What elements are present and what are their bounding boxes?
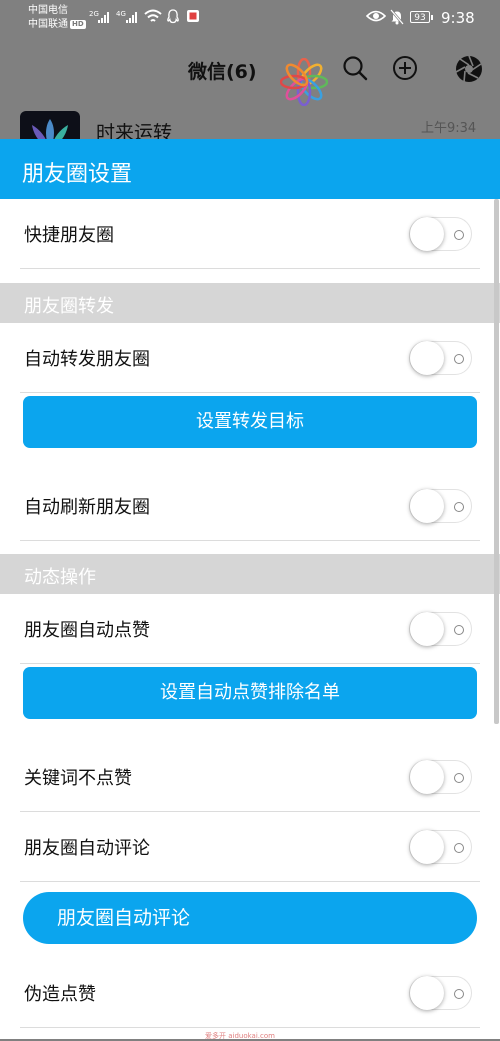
battery-icon: 93 — [410, 11, 433, 23]
toggle-switch[interactable] — [409, 612, 472, 646]
setting-row-keyword-no-like[interactable]: 关键词不点赞 — [0, 742, 500, 812]
chat-list-item[interactable]: 时来运转 上午9:34 — [0, 108, 500, 161]
section-header-forward: 朋友圈转发 — [0, 283, 500, 323]
toggle-switch[interactable] — [409, 489, 472, 523]
carrier-1: 中国电信 — [28, 5, 68, 16]
setting-row-auto-refresh[interactable]: 自动刷新朋友圈 — [0, 471, 500, 541]
setting-row-auto-forward[interactable]: 自动转发朋友圈 — [0, 323, 500, 393]
setting-label: 自动转发朋友圈 — [24, 349, 150, 370]
eye-comfort-icon — [366, 10, 386, 22]
plus-icon[interactable] — [392, 55, 418, 81]
divider — [20, 663, 480, 664]
moments-settings-panel: 朋友圈设置 快捷朋友圈 朋友圈转发 自动转发朋友圈 设置转发目标 自动刷新朋友圈… — [0, 139, 500, 1039]
flower-logo-icon[interactable] — [280, 58, 328, 106]
section-header-actions: 动态操作 — [0, 554, 500, 594]
search-icon[interactable] — [342, 55, 368, 81]
toggle-off-indicator-icon — [454, 502, 464, 512]
toggle-knob — [410, 830, 444, 864]
setting-label: 朋友圈自动评论 — [24, 838, 150, 859]
toggle-knob — [410, 217, 444, 251]
toggle-switch[interactable] — [409, 760, 472, 794]
setting-row-auto-comment[interactable]: 朋友圈自动评论 — [0, 812, 500, 882]
toggle-knob — [410, 612, 444, 646]
setting-label: 朋友圈自动点赞 — [24, 620, 150, 641]
mute-bell-icon — [390, 9, 404, 25]
toggle-off-indicator-icon — [454, 843, 464, 853]
wifi-icon — [144, 9, 162, 22]
chat-time: 上午9:34 — [421, 121, 477, 136]
clock: 9:38 — [441, 9, 475, 27]
qq-icon — [167, 9, 179, 24]
scrollbar[interactable] — [494, 199, 499, 724]
setting-label: 关键词不点赞 — [24, 768, 132, 789]
setting-row-auto-like[interactable]: 朋友圈自动点赞 — [0, 594, 500, 664]
toggle-off-indicator-icon — [454, 354, 464, 364]
setting-row-quick-moments[interactable]: 快捷朋友圈 — [0, 199, 500, 269]
toggle-switch[interactable] — [409, 341, 472, 375]
toggle-knob — [410, 489, 444, 523]
toggle-off-indicator-icon — [454, 230, 464, 240]
divider — [20, 1027, 480, 1028]
set-like-exclusion-button[interactable]: 设置自动点赞排除名单 — [23, 667, 477, 719]
panel-title: 朋友圈设置 — [22, 162, 133, 187]
signal-icon-1 — [98, 11, 109, 23]
wechat-title: 微信(6) — [188, 61, 257, 83]
section-label: 动态操作 — [24, 567, 96, 588]
divider — [20, 392, 480, 393]
setting-row-fake-like[interactable]: 伪造点赞 — [0, 958, 500, 1028]
toggle-off-indicator-icon — [454, 989, 464, 999]
auto-comment-button[interactable]: 朋友圈自动评论 — [23, 892, 477, 944]
hd-badge: HD — [70, 19, 86, 29]
status-bar: 中国电信 中国联通 HD 2G 4G 93 9:38 — [0, 0, 500, 38]
toggle-off-indicator-icon — [454, 773, 464, 783]
toggle-knob — [410, 760, 444, 794]
aperture-icon[interactable] — [455, 55, 483, 83]
signal-icon-2 — [126, 11, 137, 23]
toggle-knob — [410, 341, 444, 375]
setting-label: 自动刷新朋友圈 — [24, 497, 150, 518]
divider — [20, 540, 480, 541]
divider — [20, 881, 480, 882]
toggle-knob — [410, 976, 444, 1010]
section-label: 朋友圈转发 — [24, 296, 114, 317]
network-4g-label: 4G — [116, 10, 126, 18]
toggle-switch[interactable] — [409, 830, 472, 864]
divider — [20, 268, 480, 269]
set-forward-target-button[interactable]: 设置转发目标 — [23, 396, 477, 448]
carrier-info: 中国电信 中国联通 HD — [28, 4, 86, 32]
watermark: 爱多开 aiduokai.com — [205, 1032, 275, 1040]
notification-app-icon — [187, 10, 199, 22]
toggle-switch[interactable] — [409, 976, 472, 1010]
panel-app-bar: 朋友圈设置 — [0, 139, 500, 199]
setting-label: 快捷朋友圈 — [24, 225, 114, 246]
setting-label: 伪造点赞 — [24, 984, 96, 1005]
toggle-switch[interactable] — [409, 217, 472, 251]
carrier-2: 中国联通 — [28, 19, 68, 30]
toggle-off-indicator-icon — [454, 625, 464, 635]
